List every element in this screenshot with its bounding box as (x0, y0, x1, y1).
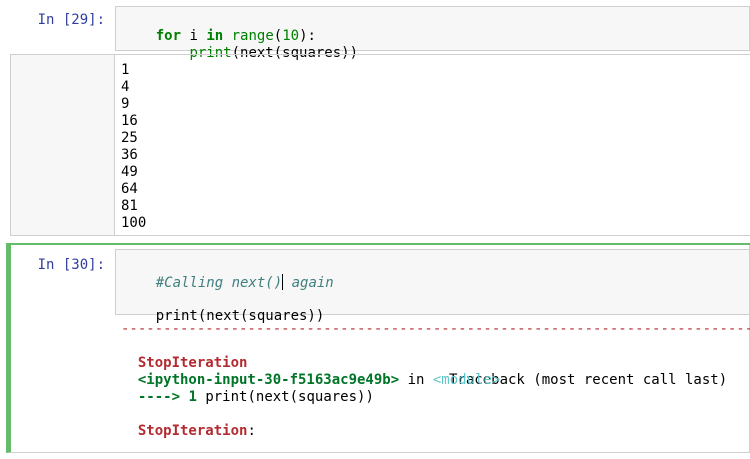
output-line: 25 (121, 130, 138, 146)
final-error-name: StopIteration (137, 423, 248, 439)
output-line: 9 (121, 96, 130, 112)
final-error-line: StopIteration: (121, 406, 256, 440)
output-line: 4 (121, 79, 130, 95)
cell-30-prompt: In [30]: (37, 257, 105, 273)
output-line: 36 (121, 147, 138, 163)
in-word: in (399, 372, 433, 388)
cell-29-prompt: In [29]: (37, 12, 105, 28)
line-number: 1 (180, 389, 206, 405)
selection-border-top (6, 243, 750, 245)
output-line: 81 (121, 198, 138, 214)
output-line: 100 (121, 215, 147, 231)
traceback-call: print(next(squares)) (205, 389, 374, 405)
output-line: 1 (121, 62, 130, 78)
output-line: 49 (121, 164, 138, 180)
arrow: ----> (137, 389, 181, 405)
final-colon: : (247, 423, 256, 439)
comment-text-after-cursor: again (283, 275, 334, 291)
traceback-arrow-line: ----> 1 print(next(squares)) (121, 372, 374, 406)
output-line: 64 (121, 181, 138, 197)
cell-30-code-input[interactable]: #Calling next() again print(next(squares… (115, 249, 750, 324)
output-line: 16 (121, 113, 138, 129)
module-ref: <module> (432, 372, 501, 388)
cell-29-output-prompt-area[interactable] (10, 54, 115, 236)
traceback-dashes: ----------------------------------------… (121, 321, 750, 337)
comment-text: #Calling next() (155, 275, 283, 291)
cell-29-output-area (115, 54, 750, 236)
cell-29-code-input[interactable]: for i in range(10): print(next(squares)) (115, 6, 750, 61)
